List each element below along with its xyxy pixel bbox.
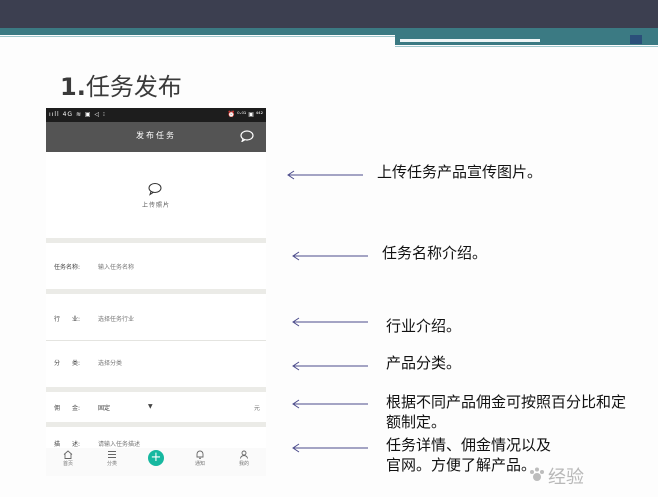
description-input[interactable]: 请输入任务描述 [98,439,140,448]
note-commission-line2: 额制定。 [386,413,447,431]
description-label: 描 述: [54,441,81,448]
tab-mine-label: 我的 [238,461,249,467]
status-bar-right: ⏰ ⁰·⁰¹ ▣ ⁴⁴² [227,111,263,118]
chevron-down-icon[interactable]: ▼ [148,403,153,410]
note-task-name: 任务名称介绍。 [382,244,488,262]
slide-header-rule [0,36,395,37]
left-arrow-icon [287,170,363,180]
note-commission-line1: 根据不同产品佣金可按照百分比和定 [386,393,627,411]
bottom-tab-bar: 首页 分类 + 通知 我的 [46,448,266,476]
tab-home-label: 首页 [62,461,73,467]
home-icon [63,450,73,459]
slide-header-rule-right [395,46,658,47]
upload-photo-icon [148,183,162,196]
status-bar-left: ııll 4G ≋ ▣ ◁ ⁝ [49,111,106,118]
left-arrow-icon [292,361,368,371]
tab-category[interactable]: 分类 [90,448,134,476]
commission-field[interactable]: 佣 金: 固定 ▼ 元 [46,397,266,417]
note-industry: 行业介绍。 [386,317,462,335]
left-arrow-icon [292,317,368,327]
task-name-input[interactable]: 输入任务名称 [98,262,134,271]
commission-type-select[interactable]: 固定 [98,403,110,412]
user-icon [240,450,248,459]
industry-field[interactable]: 行 业: 选择任务行业 [46,308,266,328]
commission-unit: 元 [253,405,260,412]
left-arrow-icon [292,251,368,261]
slide-title-text: 任务发布 [85,73,182,101]
bell-icon [196,450,204,459]
tab-home[interactable]: 首页 [46,448,90,476]
category-field[interactable]: 分 类: 选择分类 [46,352,266,372]
note-category: 产品分类。 [386,354,462,372]
slide-header-highlight [400,39,540,42]
status-bar: ııll 4G ≋ ▣ ◁ ⁝ ⏰ ⁰·⁰¹ ▣ ⁴⁴² [46,108,266,122]
watermark-text: 经验 [548,467,584,488]
watermark-logo [530,467,544,481]
add-task-button[interactable]: + [148,450,164,466]
task-name-label: 任务名称: [54,264,81,271]
industry-label: 行 业: [54,316,81,323]
app-top-bar: 发布任务 [46,122,266,152]
section-divider [46,238,266,243]
upload-photo-label: 上传照片 [141,202,170,209]
list-icon [108,451,116,458]
category-label: 分 类: [54,360,81,367]
upload-photo-area[interactable]: 上传照片 [46,152,266,238]
left-arrow-icon [292,443,368,453]
slide-title: 1.任务发布 [60,67,182,102]
row-divider [46,340,266,341]
slide-header-notch [630,35,642,44]
chat-icon[interactable] [240,130,254,142]
section-divider [46,387,266,392]
tab-notice-label: 通知 [194,461,205,467]
page-title: 发布任务 [136,131,176,140]
industry-select[interactable]: 选择任务行业 [98,314,134,323]
task-name-field[interactable]: 任务名称: 输入任务名称 [46,256,266,276]
tab-mine[interactable]: 我的 [222,448,266,476]
section-divider [46,289,266,294]
tab-category-label: 分类 [106,461,117,467]
slide-title-number: 1. [60,73,86,101]
note-upload: 上传任务产品宣传图片。 [377,163,543,181]
slide-header-bar [0,0,658,28]
note-description-line2: 官网。方便了解产品。 [386,456,537,474]
commission-label: 佣 金: [54,405,81,412]
note-description-line1: 任务详情、佣金情况以及 [386,436,552,454]
section-divider [46,422,266,427]
tab-notice[interactable]: 通知 [178,448,222,476]
slide-header-stripe [0,28,658,35]
left-arrow-icon [292,399,368,409]
phone-screenshot: ııll 4G ≋ ▣ ◁ ⁝ ⏰ ⁰·⁰¹ ▣ ⁴⁴² 发布任务 上传照片 任… [46,108,266,476]
category-select[interactable]: 选择分类 [98,358,122,367]
